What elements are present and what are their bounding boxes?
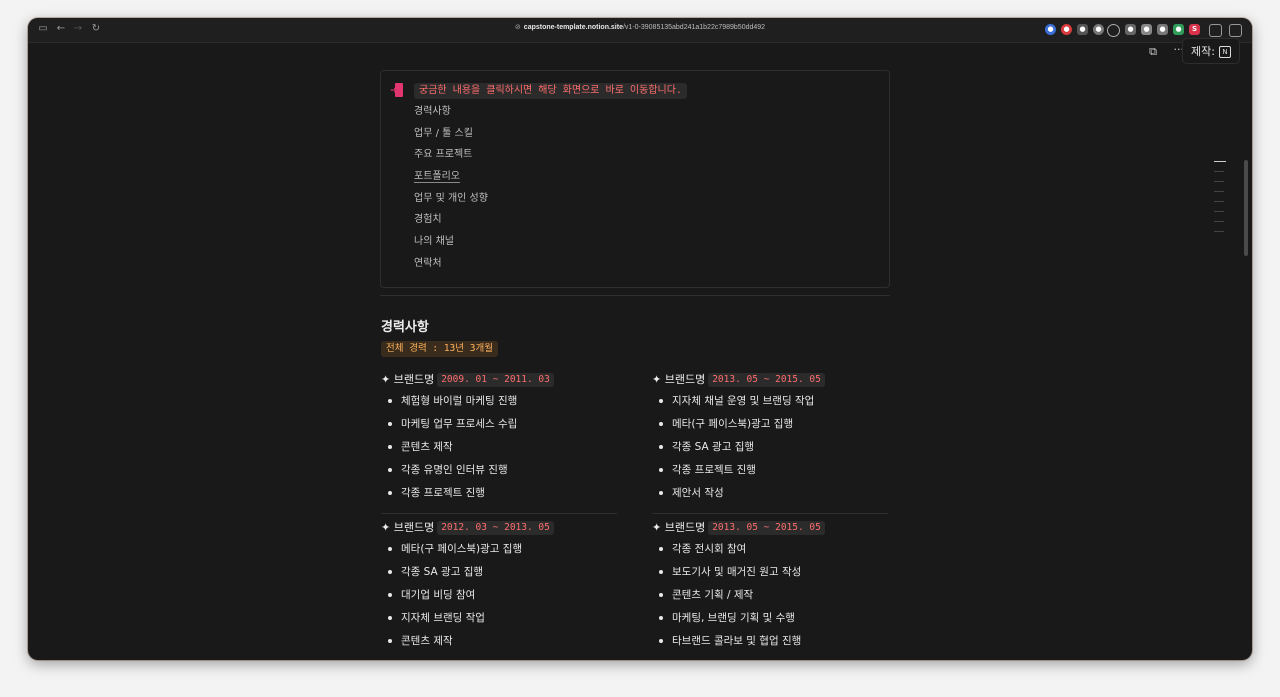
list-item: 마케팅 업무 프로세스 수립	[381, 417, 617, 440]
list-item: 각종 프로젝트 진행	[381, 486, 617, 509]
toc-link[interactable]: 나의 채널	[414, 235, 488, 257]
list-item: 제안서 작성	[652, 486, 888, 509]
reader-icon[interactable]	[1209, 24, 1222, 37]
list-item: 메타(구 페이스북)광고 집행	[652, 417, 888, 440]
list-item: 대기업 비딩 참여	[381, 588, 617, 611]
list-item: 지자체 채널 운영 및 브랜딩 작업	[652, 394, 888, 417]
outline-mark[interactable]	[1214, 191, 1224, 192]
brand-row: ✦ 브랜드명 2009. 01 ~ 2011. 03	[381, 372, 617, 390]
bullet-list: 메타(구 페이스북)광고 집행 각종 SA 광고 집행 대기업 비딩 참여 지자…	[381, 542, 617, 657]
browser-toolbar: ▭ ← → ↻ ⊘ capstone-template.notion.site/v…	[28, 18, 1252, 43]
brand-row: ✦ 브랜드명 2013. 05 ~ 2015. 05	[652, 372, 888, 390]
url-path: /v1-0-39085135abd241a1b22c7989b50dd492	[622, 24, 766, 31]
outline-mark[interactable]	[1214, 201, 1224, 202]
bullet-list: 각종 전시회 참여 보도기사 및 매거진 원고 작성 콘텐츠 기획 / 제작 마…	[652, 542, 888, 657]
brand-row: ✦ 브랜드명 2012. 03 ~ 2013. 05	[381, 520, 617, 538]
link-icon: ⊘	[514, 24, 521, 31]
toc-link[interactable]: 주요 프로젝트	[414, 148, 488, 170]
outline-mark[interactable]	[1214, 161, 1226, 162]
list-item: 보도기사 및 매거진 원고 작성	[652, 565, 888, 588]
list-item: 마케팅, 브랜딩 기획 및 수행	[652, 611, 888, 634]
divider	[652, 513, 888, 514]
list-item: 체험형 바이럴 마케팅 진행	[381, 394, 617, 417]
callout-title: 궁금한 내용을 클릭하시면 해당 화면으로 바로 이동합니다.	[414, 83, 687, 99]
toc-link[interactable]: 연락처	[414, 257, 488, 279]
list-item: 각종 SA 광고 집행	[652, 440, 888, 463]
made-with-notion-button[interactable]: 제작: N	[1182, 38, 1240, 64]
outline-mark[interactable]	[1214, 231, 1224, 232]
career-block: ✦ 브랜드명 2013. 05 ~ 2015. 05 각종 전시회 참여 보도기사…	[652, 520, 888, 657]
outline-mark[interactable]	[1214, 221, 1224, 222]
brand-name: ✦ 브랜드명	[381, 373, 435, 386]
globe-icon[interactable]: ●	[1093, 24, 1104, 35]
list-item: 각종 전시회 참여	[652, 542, 888, 565]
list-item: 메타(구 페이스북)광고 집행	[381, 542, 617, 565]
list-item: 타브랜드 콜라보 및 협업 진행	[652, 634, 888, 657]
extension-icon[interactable]: ●	[1077, 24, 1088, 35]
extension-icon[interactable]: ●	[1141, 24, 1152, 35]
browser-window: ▭ ← → ↻ ⊘ capstone-template.notion.site/v…	[28, 18, 1252, 660]
career-block: ✦ 브랜드명 2013. 05 ~ 2015. 05 지자체 채널 운영 및 브랜…	[652, 372, 888, 509]
duplicate-icon[interactable]: ⧉	[1149, 45, 1157, 59]
page-outline[interactable]	[1214, 161, 1226, 241]
extension-icon[interactable]: ●	[1157, 24, 1168, 35]
toc-link[interactable]: 업무 및 개인 성향	[414, 192, 488, 214]
section-heading: 경력사항	[381, 320, 429, 335]
notion-logo-icon: N	[1219, 46, 1231, 58]
period-badge: 2013. 05 ~ 2015. 05	[708, 521, 825, 535]
period-badge: 2009. 01 ~ 2011. 03	[437, 373, 554, 387]
brand-name: ✦ 브랜드명	[652, 521, 706, 534]
period-badge: 2013. 05 ~ 2015. 05	[708, 373, 825, 387]
toc-link[interactable]: 포트폴리오	[414, 170, 488, 192]
period-badge: 2012. 03 ~ 2013. 05	[437, 521, 554, 535]
list-item: 각종 유명인 인터뷰 진행	[381, 463, 617, 486]
bullet-list: 지자체 채널 운영 및 브랜딩 작업 메타(구 페이스북)광고 집행 각종 SA…	[652, 394, 888, 509]
list-item: 콘텐츠 제작	[381, 440, 617, 463]
sidebar-right-icon[interactable]	[1229, 24, 1242, 37]
total-career-badge: 전체 경력 : 13년 3개월	[381, 341, 498, 357]
toc-link[interactable]: 경험치	[414, 213, 488, 235]
brand-name: ✦ 브랜드명	[381, 521, 435, 534]
made-with-label: 제작:	[1191, 45, 1215, 58]
shield-icon[interactable]: ●	[1061, 24, 1072, 35]
brand-row: ✦ 브랜드명 2013. 05 ~ 2015. 05	[652, 520, 888, 538]
career-block: ✦ 브랜드명 2009. 01 ~ 2011. 03 체험형 바이럴 마케팅 진행…	[381, 372, 617, 509]
scrollbar-thumb[interactable]	[1244, 160, 1248, 256]
extension-icon[interactable]: ●	[1125, 24, 1136, 35]
list-item: 지자체 브랜딩 작업	[381, 611, 617, 634]
extension-icon[interactable]	[1107, 24, 1120, 37]
s-extension-icon[interactable]: S	[1189, 24, 1200, 35]
list-item: 콘텐츠 제작	[381, 634, 617, 657]
toc-link[interactable]: 경력사항	[414, 105, 488, 127]
toc-list: 경력사항 업무 / 툴 스킬 주요 프로젝트 포트폴리오 업무 및 개인 성향 …	[414, 105, 488, 279]
toc-callout: ➜ 궁금한 내용을 클릭하시면 해당 화면으로 바로 이동합니다. 경력사항 업…	[380, 70, 890, 288]
scrollbar[interactable]	[1244, 70, 1248, 660]
outline-mark[interactable]	[1214, 211, 1224, 212]
toc-link[interactable]: 업무 / 툴 스킬	[414, 127, 488, 149]
extension-icon[interactable]: ●	[1173, 24, 1184, 35]
divider	[380, 295, 890, 296]
list-item: 콘텐츠 기획 / 제작	[652, 588, 888, 611]
bullet-list: 체험형 바이럴 마케팅 진행 마케팅 업무 프로세스 수립 콘텐츠 제작 각종 …	[381, 394, 617, 509]
career-block: ✦ 브랜드명 2012. 03 ~ 2013. 05 메타(구 페이스북)광고 집…	[381, 520, 617, 657]
page-content: ➜ 궁금한 내용을 클릭하시면 해당 화면으로 바로 이동합니다. 경력사항 업…	[380, 70, 890, 647]
outline-mark[interactable]	[1214, 171, 1224, 172]
list-item: 각종 프로젝트 진행	[652, 463, 888, 486]
outline-mark[interactable]	[1214, 181, 1224, 182]
list-item: 각종 SA 광고 집행	[381, 565, 617, 588]
brand-name: ✦ 브랜드명	[652, 373, 706, 386]
url-host: capstone-template.notion.site	[523, 24, 623, 31]
exit-door-icon: ➜	[390, 83, 404, 97]
divider	[381, 513, 617, 514]
extension-icon[interactable]: ●	[1045, 24, 1056, 35]
